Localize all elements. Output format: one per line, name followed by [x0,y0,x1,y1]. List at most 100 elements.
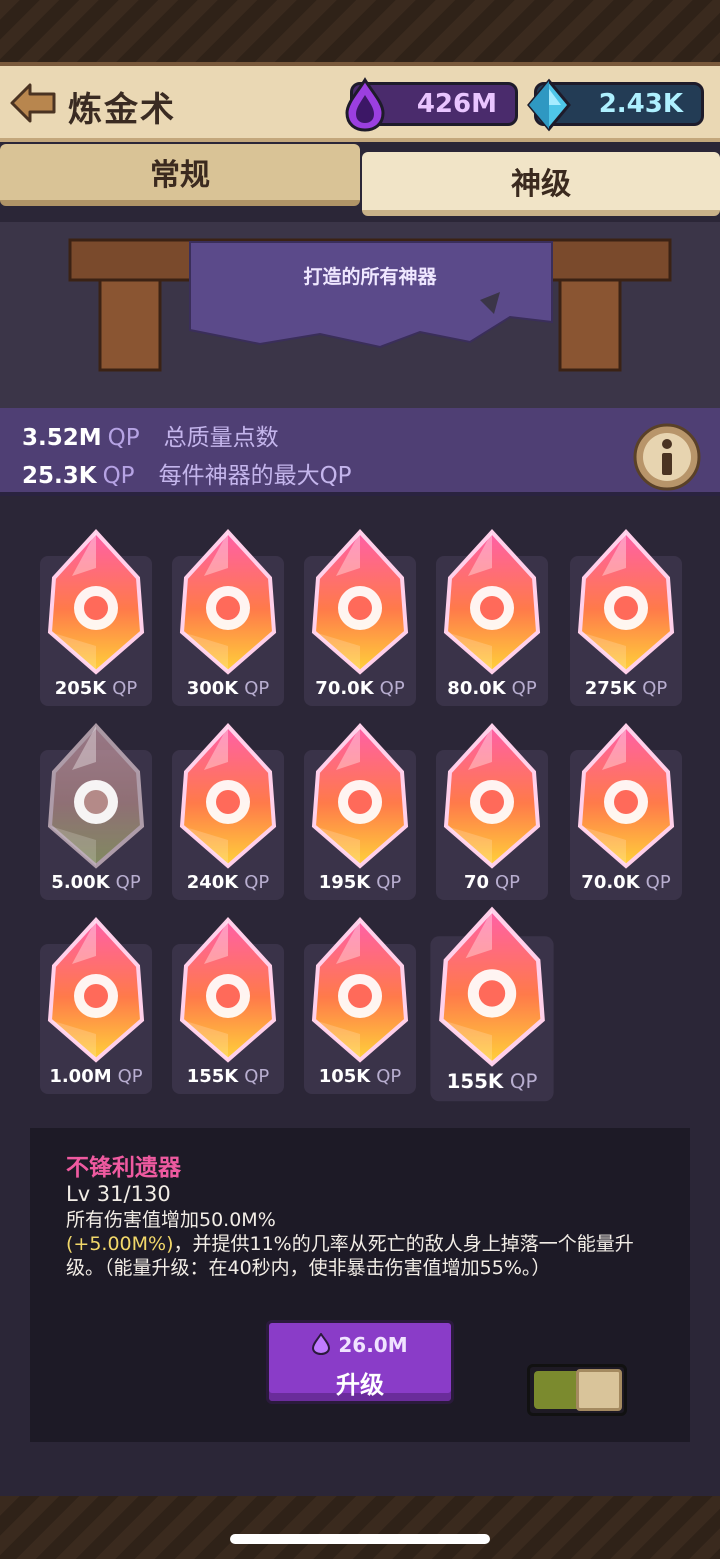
auto-toggle[interactable] [527,1364,627,1416]
artifact-qp: 5.00K QP [36,872,156,893]
artifact-qp-value: 80.0K [447,678,506,699]
page-title: 炼金术 [68,90,176,130]
toggle-knob [576,1369,622,1411]
quality-stats-panel: 3.52M QP 总质量点数 25.3K QP 每件神器的最大QP [0,408,720,496]
info-button[interactable] [632,422,702,492]
artifact-qp-value: 155K [186,1066,239,1087]
max-qp-label: 每件神器的最大QP [158,463,352,489]
artifact-qp: 195K QP [300,872,420,893]
purple-drop-icon [312,1332,331,1356]
artifact-qp-unit: QP [511,678,537,699]
artifact-name: 不锋利遗器 [66,1155,181,1181]
upgrade-button[interactable]: 26.0M 升级 [266,1320,454,1404]
back-button[interactable] [8,80,58,126]
artifact-crystal [47,529,145,675]
artifact-qp: 155K QP [426,1070,558,1093]
artifact-qp-unit: QP [495,872,521,893]
total-qp-value: 3.52M [22,425,102,451]
artifact-qp-value: 1.00M [49,1066,112,1087]
gem-value: 2.43K [598,89,683,119]
shelf-illustration [0,222,720,408]
purple-drop-icon [345,77,385,132]
artifact-qp: 105K QP [300,1066,420,1087]
total-qp-label: 总质量点数 [163,425,279,451]
artifact-crystal [47,917,145,1063]
tab-normal[interactable]: 常规 [0,144,360,206]
info-icon [633,423,701,491]
desc-highlight: (+5.00M%) [66,1233,174,1255]
tab-divine[interactable]: 神级 [362,152,720,216]
artifact-crystal [443,723,541,869]
artifact-qp-value: 275K [584,678,637,699]
artifact-crystal [179,529,277,675]
artifact-slot[interactable]: 1.00M QP [36,904,156,1100]
artifact-description: 所有伤害值增加50.0M% (+5.00M%)，并提供11%的几率从死亡的敌人身… [66,1208,666,1280]
artifact-crystal [443,529,541,675]
artifact-slot[interactable]: 70 QP [432,710,552,906]
artifact-qp-unit: QP [244,872,270,893]
home-indicator[interactable] [230,1534,490,1544]
artifact-slot[interactable]: 155K QP [426,892,558,1108]
toggle-track [534,1371,580,1409]
artifact-crystal [311,529,409,675]
artifact-crystal [577,723,675,869]
artifact-slot[interactable]: 240K QP [168,710,288,906]
artifact-qp-unit: QP [376,1066,402,1087]
artifact-slot[interactable]: 300K QP [168,516,288,712]
shelf-banner-text: 打造的所有神器 [303,266,437,288]
artifact-crystal [311,723,409,869]
artifact-qp-value: 300K [186,678,239,699]
total-qp-row: 3.52M QP 总质量点数 [22,418,279,452]
artifact-qp-unit: QP [244,1066,270,1087]
artifact-qp-value: 195K [318,872,371,893]
artifact-qp-unit: QP [379,678,405,699]
essence-value: 426M [416,89,497,119]
artifact-qp-unit: QP [509,1070,538,1094]
back-arrow-icon [10,83,56,123]
artifact-qp-value: 70.0K [581,872,640,893]
artifact-qp-value: 240K [186,872,239,893]
artifact-crystal [179,723,277,869]
gem-counter[interactable]: 2.43K [527,78,704,132]
artifact-slot[interactable]: 195K QP [300,710,420,906]
upgrade-cost: 26.0M [269,1332,451,1357]
blue-gem-icon [527,78,571,132]
artifact-grid: 205K QP 300K QP 70.0K QP 80.0K QP 275K QP 5.00K QP 2… [0,500,720,1120]
artifact-crystal [47,723,145,869]
header-bar: 炼金术 426M 2.43K [0,62,720,142]
artifact-qp: 300K QP [168,678,288,699]
artifact-slot[interactable]: 5.00K QP [36,710,156,906]
artifact-slot[interactable]: 155K QP [168,904,288,1100]
artifact-qp: 240K QP [168,872,288,893]
max-qp-row: 25.3K QP 每件神器的最大QP [22,456,352,490]
forged-artifacts-shelf[interactable]: 打造的所有神器 [0,222,720,408]
artifact-qp: 155K QP [168,1066,288,1087]
artifact-qp: 205K QP [36,678,156,699]
artifact-qp: 80.0K QP [432,678,552,699]
artifact-qp: 70.0K QP [566,872,686,893]
artifact-crystal [179,917,277,1063]
artifact-slot[interactable]: 105K QP [300,904,420,1100]
essence-counter[interactable]: 426M [345,77,518,132]
max-qp-unit: QP [102,463,135,489]
artifact-slot[interactable]: 205K QP [36,516,156,712]
artifact-slot[interactable]: 70.0K QP [566,710,686,906]
artifact-level: Lv 31/130 [66,1182,171,1206]
bottom-border [0,1496,720,1559]
artifact-qp-unit: QP [645,872,671,893]
artifact-qp: 70 QP [432,872,552,893]
total-qp-unit: QP [107,425,140,451]
top-border [0,0,720,62]
artifact-crystal [439,906,545,1067]
artifact-detail-panel: 不锋利遗器 Lv 31/130 所有伤害值增加50.0M% (+5.00M%)，… [30,1128,690,1442]
artifact-qp-value: 155K [446,1070,504,1094]
artifact-qp-unit: QP [642,678,668,699]
artifact-qp-value: 105K [318,1066,371,1087]
artifact-slot[interactable]: 80.0K QP [432,516,552,712]
upgrade-cost-value: 26.0M [338,1333,408,1357]
artifact-qp-unit: QP [112,678,138,699]
artifact-qp-unit: QP [376,872,402,893]
artifact-slot[interactable]: 275K QP [566,516,686,712]
desc-line1: 所有伤害值增加50.0M% [66,1209,276,1231]
artifact-slot[interactable]: 70.0K QP [300,516,420,712]
